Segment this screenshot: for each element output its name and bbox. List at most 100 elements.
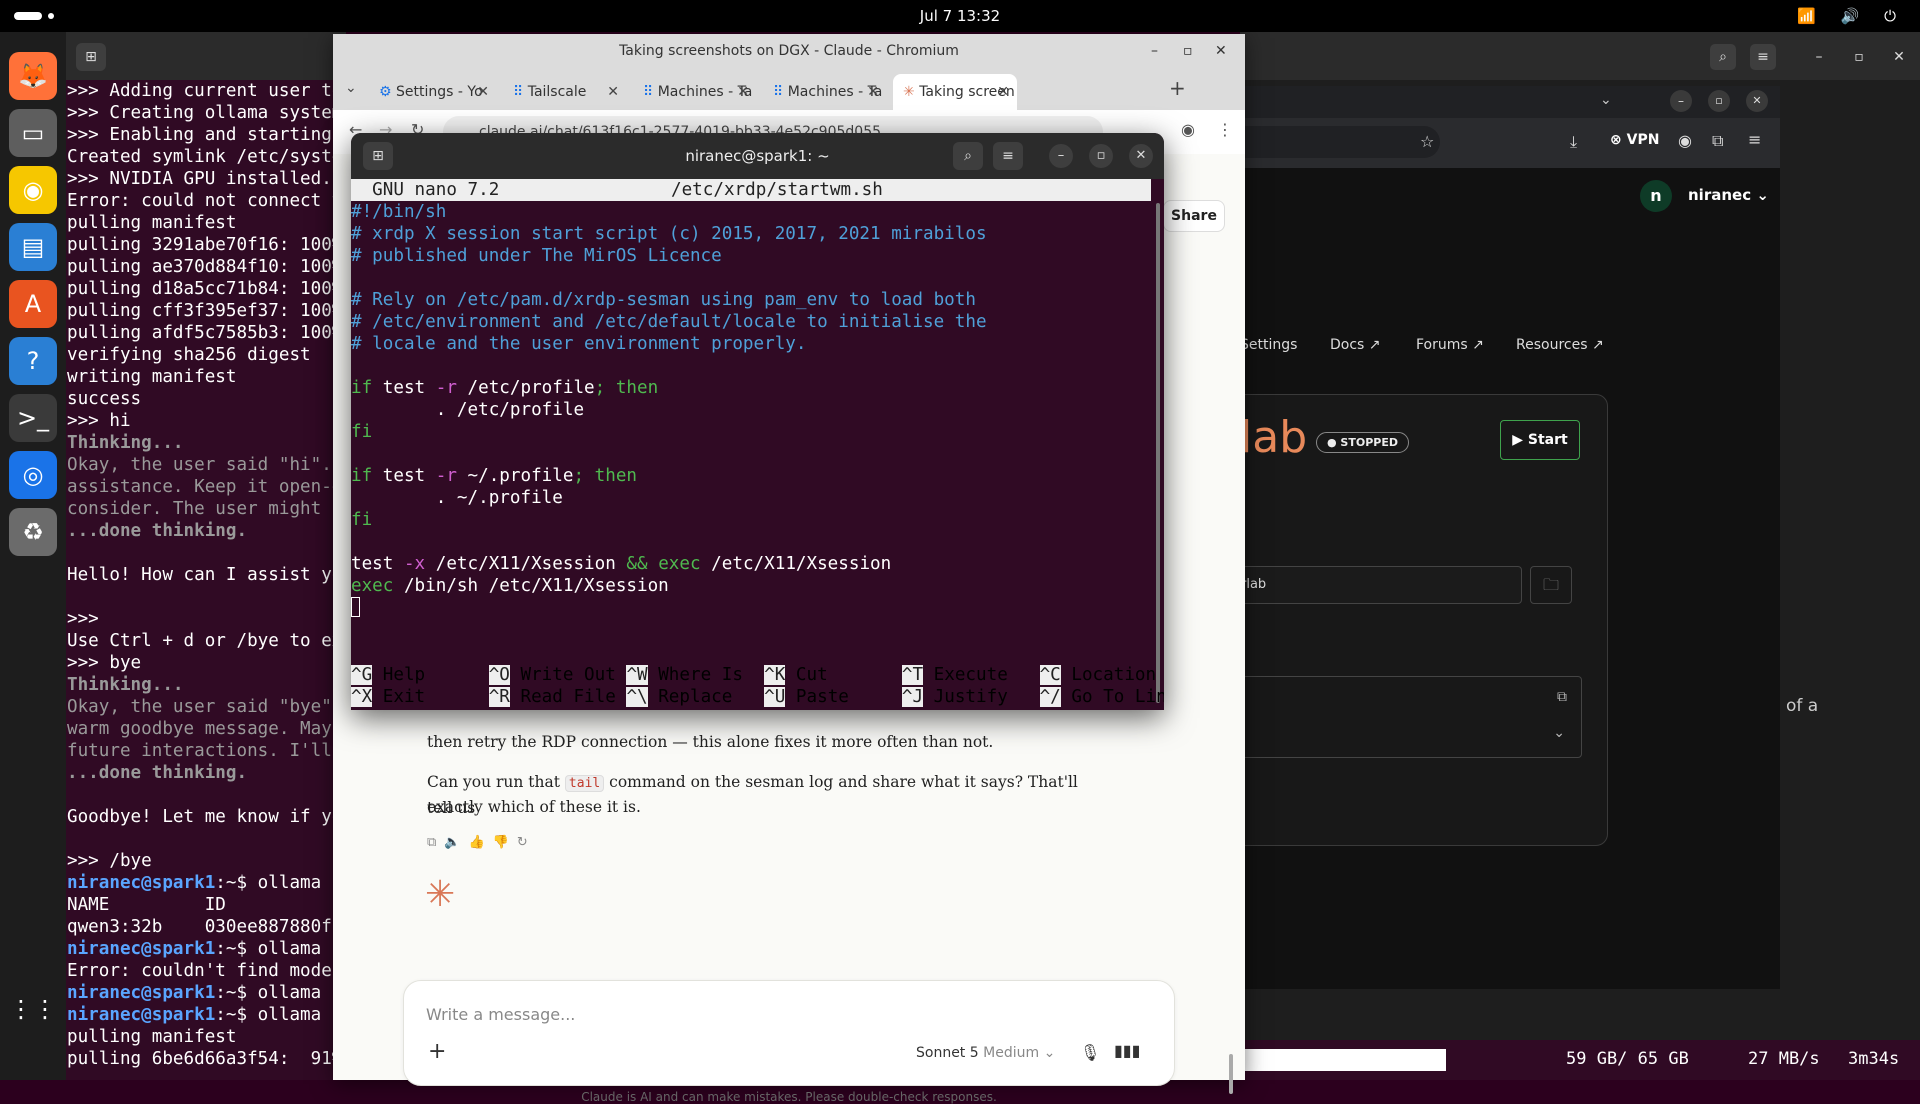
close-tab-icon[interactable]: ✕ — [867, 74, 879, 110]
minimize-icon[interactable]: – — [1806, 44, 1832, 70]
thumbs-down-icon[interactable]: 👎 — [493, 835, 517, 850]
shortcut-key[interactable]: ^T — [901, 665, 924, 685]
model-selector[interactable]: Sonnet 5 Medium ⌄ — [916, 1045, 1055, 1061]
scrollbar[interactable] — [1156, 203, 1160, 703]
show-apps-icon[interactable]: ⋮⋮ — [9, 985, 57, 1033]
shortcut-key[interactable]: ^G — [351, 665, 373, 685]
scrollbar[interactable] — [1229, 1054, 1233, 1094]
minimize-icon[interactable]: – — [1670, 90, 1692, 112]
terminal-line: >>> hi — [67, 411, 131, 431]
shortcut-key[interactable]: ^R — [488, 687, 510, 707]
bookmark-star-icon[interactable]: ☆ — [1420, 132, 1434, 151]
browser-tab[interactable]: ✳ Taking screen ✕ — [893, 74, 1017, 110]
tailscale-browser-window[interactable]: ⌄ – ▫ ✕ ☆ ⤓ ⊗ VPN ◉ ⧉ ≡ n niranec ⌄ Sett… — [1220, 86, 1780, 989]
folder-icon[interactable]: 🗀 — [1530, 566, 1572, 604]
retry-icon[interactable]: ↻ — [517, 835, 536, 850]
menu-icon[interactable]: ≡ — [1748, 130, 1761, 149]
browser-tab[interactable]: ⠿ Tailscale ✕ — [503, 74, 627, 110]
chevron-down-icon[interactable]: ⌄ — [1600, 92, 1612, 108]
shortcut-key[interactable]: ^K — [764, 665, 786, 685]
chevron-down-icon[interactable]: ⌄ — [1553, 725, 1565, 741]
copy-icon[interactable]: ⧉ — [427, 835, 444, 850]
machine-path-input[interactable]: rlab — [1240, 566, 1522, 604]
profile-icon[interactable]: ◉ — [1181, 120, 1195, 139]
window-titlebar[interactable]: ⌕ ≡ – ▫ ✕ — [1240, 32, 1920, 80]
kebab-menu-icon[interactable]: ⋮ — [1217, 120, 1233, 139]
new-tab-button[interactable]: + — [1169, 76, 1186, 100]
download-icon[interactable]: ⤓ — [1570, 132, 1577, 152]
close-icon[interactable]: ✕ — [1215, 34, 1227, 68]
shortcut-key[interactable]: ^X — [351, 687, 373, 707]
maximize-icon[interactable]: ▫ — [1089, 144, 1113, 168]
close-tab-icon[interactable]: ✕ — [737, 74, 749, 110]
chromium-icon[interactable]: ◎ — [9, 451, 57, 499]
rhythmbox-icon[interactable]: ◉ — [9, 166, 57, 214]
shortcut-key[interactable]: ^O — [488, 665, 510, 685]
shortcut-key[interactable]: ^W — [626, 665, 648, 685]
vpn-button[interactable]: ⊗ VPN — [1610, 132, 1659, 148]
copy-icon[interactable]: ⧉ — [1557, 689, 1567, 705]
shortcut-key[interactable]: ^\ — [626, 687, 648, 707]
minimize-icon[interactable]: – — [1049, 144, 1073, 168]
menu-icon[interactable]: ≡ — [1750, 44, 1776, 70]
maximize-icon[interactable]: ▫ — [1708, 90, 1730, 112]
microphone-icon[interactable]: 🎙 — [1080, 1043, 1100, 1062]
window-title[interactable]: Taking screenshots on DGX - Claude - Chr… — [333, 34, 1245, 68]
close-icon[interactable]: ✕ — [1886, 44, 1912, 70]
close-tab-icon[interactable]: ✕ — [607, 74, 619, 110]
close-icon[interactable]: ✕ — [1129, 144, 1153, 168]
help-icon[interactable]: ? — [9, 337, 57, 385]
code-line: # Rely on /etc/pam.d/xrdp-sesman using p… — [351, 289, 1164, 311]
voice-mode-icon[interactable]: ▮▮▮ — [1114, 1041, 1140, 1060]
nano-terminal-window[interactable]: ⊞ niranec@spark1: ~ ⌕ ≡ – ▫ ✕ GNU nano 7… — [351, 133, 1164, 710]
nav-forums[interactable]: Forums ↗ — [1416, 337, 1484, 353]
app-center-icon[interactable]: A — [9, 280, 57, 328]
user-menu[interactable]: niranec ⌄ — [1688, 186, 1769, 204]
shortcut-key[interactable]: ^/ — [1039, 687, 1061, 707]
share-button[interactable]: Share — [1163, 200, 1225, 232]
terminal-icon[interactable]: >_ — [9, 394, 57, 442]
add-attachment-button[interactable]: + — [428, 1039, 446, 1064]
start-button[interactable]: ▶ Start — [1500, 420, 1580, 460]
browser-tab[interactable]: ⠿ Machines - Ta ✕ — [763, 74, 887, 110]
browser-tab[interactable]: ⠿ Machines - Ta ✕ — [633, 74, 757, 110]
maximize-icon[interactable]: ▫ — [1846, 44, 1872, 70]
search-icon[interactable]: ⌕ — [1710, 44, 1736, 70]
clock[interactable]: Jul 7 13:32 — [0, 7, 1920, 25]
thumbs-up-icon[interactable]: 👍 — [468, 835, 492, 850]
tab-search-chevron-icon[interactable]: ⌄ — [345, 80, 357, 96]
terminal-line: assistance. Keep it open-en — [67, 477, 347, 497]
nav-resources[interactable]: Resources ↗ — [1516, 337, 1604, 353]
message-input[interactable]: Write a message... — [426, 1005, 575, 1024]
firefox-icon[interactable]: 🦊 — [9, 52, 57, 100]
shortcut-key[interactable]: ^J — [901, 687, 924, 707]
maximize-icon[interactable]: ▫ — [1183, 34, 1193, 68]
close-tab-icon[interactable]: ✕ — [477, 74, 489, 110]
terminal-titlebar[interactable]: ⊞ niranec@spark1: ~ ⌕ ≡ – ▫ ✕ — [351, 133, 1164, 179]
shortcut-key[interactable]: ^U — [764, 687, 786, 707]
speaker-icon[interactable]: 🔈 — [444, 835, 468, 850]
background-terminal-window[interactable]: ⊞ >>> Adding current user to >>> Creating… — [66, 32, 347, 1080]
extensions-icon[interactable]: ⧉ — [1712, 131, 1723, 151]
files-icon[interactable]: ▭ — [9, 109, 57, 157]
trash-icon[interactable]: ♻ — [9, 508, 57, 556]
close-tab-icon[interactable]: ✕ — [997, 74, 1009, 110]
new-tab-icon[interactable]: ⊞ — [76, 43, 106, 71]
terminal-titlebar[interactable]: ⊞ — [66, 32, 346, 80]
minimize-icon[interactable]: – — [1151, 34, 1158, 68]
search-icon[interactable]: ⌕ — [953, 142, 983, 170]
profile-icon[interactable]: ◉ — [1678, 131, 1692, 150]
menu-icon[interactable]: ≡ — [993, 142, 1023, 170]
avatar[interactable]: n — [1640, 180, 1672, 212]
nav-settings[interactable]: Settings — [1240, 337, 1297, 353]
browser-tab[interactable]: ⚙ Settings - Yo ✕ — [369, 74, 497, 110]
new-tab-icon[interactable]: ⊞ — [363, 142, 393, 170]
close-icon[interactable]: ✕ — [1746, 90, 1768, 112]
shortcut-key[interactable]: ^C — [1039, 665, 1061, 685]
nav-docs[interactable]: Docs ↗ — [1330, 337, 1381, 353]
writer-icon[interactable]: ▤ — [9, 223, 57, 271]
nano-editor-buffer[interactable]: #!/bin/sh # xrdp X session start script (… — [351, 179, 1164, 710]
address-bar[interactable] — [1240, 126, 1440, 158]
system-tray[interactable]: 📶 🔊 ⏻ — [1797, 7, 1906, 25]
tab-label: Tailscale — [527, 84, 587, 100]
